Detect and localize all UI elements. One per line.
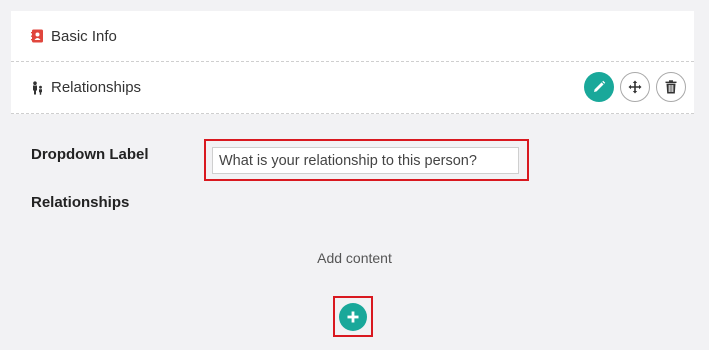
family-icon bbox=[31, 80, 44, 95]
add-content-label: Add content bbox=[317, 250, 392, 266]
add-content-button[interactable] bbox=[339, 302, 367, 331]
plus-icon bbox=[347, 311, 359, 322]
basic-info-header[interactable]: Basic Info bbox=[31, 11, 117, 61]
relationships-title: Relationships bbox=[51, 79, 142, 96]
relationships-panel[interactable]: Relationships bbox=[11, 62, 694, 114]
relationships-field-heading: Relationships bbox=[31, 194, 130, 211]
dropdown-label-heading: Dropdown Label bbox=[31, 146, 149, 163]
move-button[interactable] bbox=[620, 72, 650, 102]
dropdown-label-highlight bbox=[204, 139, 529, 181]
panel-actions bbox=[584, 72, 686, 102]
add-content-highlight bbox=[333, 296, 373, 337]
move-arrows-icon bbox=[628, 80, 642, 94]
basic-info-title: Basic Info bbox=[51, 27, 117, 45]
trash-icon bbox=[665, 80, 677, 94]
delete-button[interactable] bbox=[656, 72, 686, 102]
dropdown-label-input[interactable] bbox=[212, 147, 519, 174]
edit-button[interactable] bbox=[584, 72, 614, 102]
contact-card-icon bbox=[31, 29, 44, 43]
relationships-header[interactable]: Relationships bbox=[31, 62, 141, 113]
basic-info-panel[interactable]: Basic Info bbox=[11, 11, 694, 62]
pencil-icon bbox=[594, 80, 606, 92]
